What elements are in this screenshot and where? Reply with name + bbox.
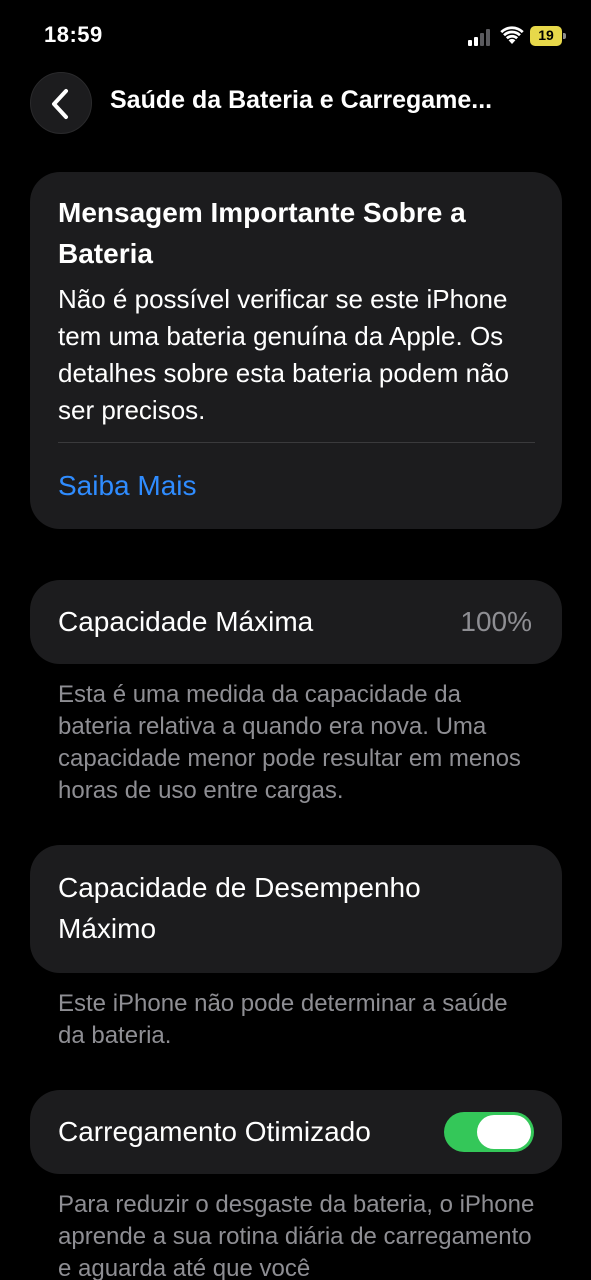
cellular-signal-icon: [468, 28, 494, 46]
peak-performance-row: Capacidade de Desempenho Máximo: [30, 845, 562, 973]
screen: 18:59 19 Saúde da Bateria e Carregame...: [0, 0, 591, 1280]
peak-performance-label: Capacidade de Desempenho Máximo: [58, 872, 421, 944]
optimized-charging-footnote: Para reduzir o desgaste da bateria, o iP…: [58, 1191, 535, 1280]
learn-more-link[interactable]: Saiba Mais: [58, 470, 197, 502]
optimized-charging-row: Carregamento Otimizado: [30, 1090, 562, 1174]
battery-icon: 19: [530, 26, 566, 46]
max-capacity-footnote: Esta é uma medida da capacidade da bater…: [58, 681, 521, 804]
message-body: Não é possível verificar se este iPhone …: [58, 284, 509, 425]
optimized-charging-toggle[interactable]: [444, 1112, 534, 1152]
max-capacity-row: Capacidade Máxima 100%: [30, 580, 562, 664]
max-capacity-label: Capacidade Máxima: [58, 606, 314, 637]
back-button[interactable]: [30, 72, 92, 134]
battery-message-card: Mensagem Importante Sobre a Bateria Não …: [30, 172, 562, 529]
page-title: Saúde da Bateria e Carregame...: [110, 86, 493, 114]
max-capacity-value: 100%: [460, 606, 532, 637]
battery-level: 19: [538, 27, 554, 43]
chevron-left-icon: [52, 89, 68, 119]
status-time: 18:59: [44, 22, 103, 47]
message-title: Mensagem Importante Sobre a Bateria: [58, 197, 466, 269]
optimized-charging-label: Carregamento Otimizado: [58, 1116, 371, 1147]
divider: [58, 442, 535, 443]
peak-performance-footnote: Este iPhone não pode determinar a saúde …: [58, 990, 508, 1049]
toggle-knob: [477, 1115, 531, 1149]
status-bar: 18:59 19: [0, 0, 591, 70]
wifi-icon: [500, 25, 524, 45]
